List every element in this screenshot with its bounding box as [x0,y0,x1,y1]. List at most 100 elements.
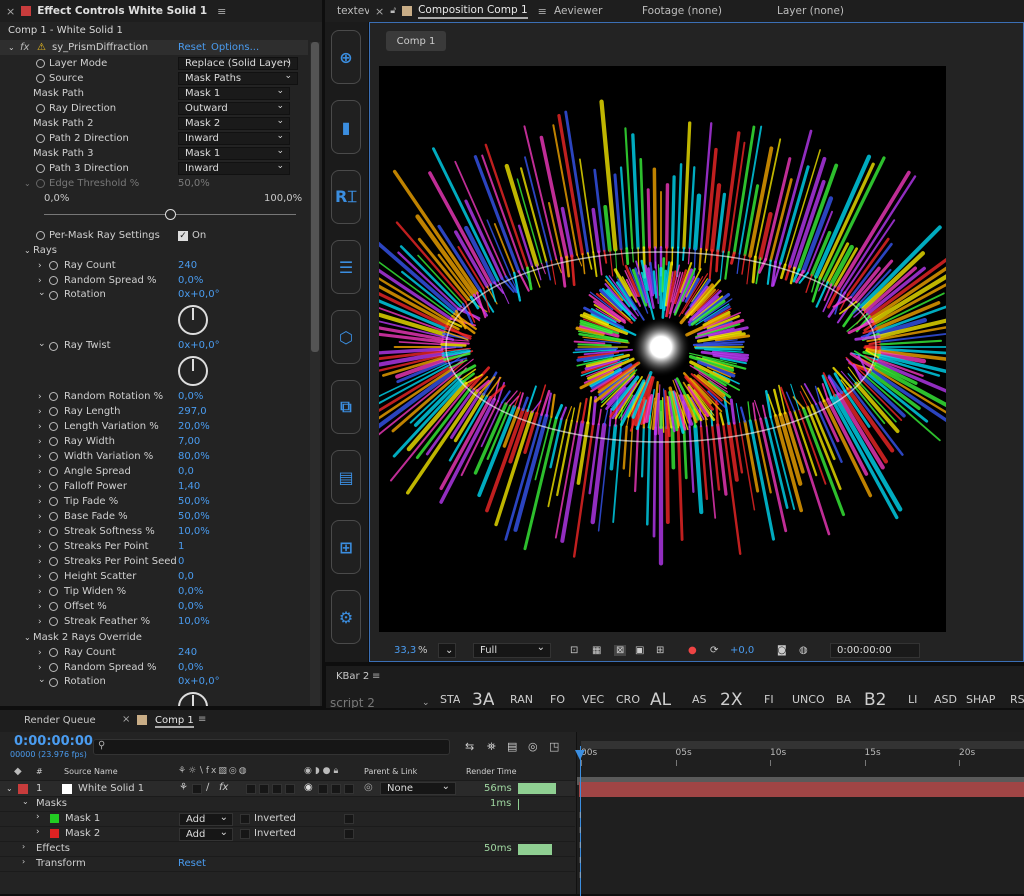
column-parent-link[interactable]: Parent & Link [364,767,417,776]
effect-param-value[interactable]: 0 [178,556,184,567]
stopwatch-icon[interactable] [36,59,45,68]
pick-whip-icon[interactable]: ◎ [364,782,373,793]
comp-flowchart-icon[interactable]: ⇆ [465,740,474,753]
chevron-right-icon[interactable]: › [38,437,42,447]
close-icon[interactable]: × [6,5,15,18]
kbar2-button[interactable]: AL [650,690,671,708]
effect-param-row[interactable]: › Ray Count 240 [0,645,308,660]
layer-row[interactable]: ⌄ 1 White Solid 1 ⚘ ∕ fx ◉ ◎ None⌄ 56ms [0,781,575,797]
kbar-button[interactable]: ⧉ [331,380,361,434]
zoom-value[interactable]: 33,3 [394,645,416,656]
kbar-button[interactable]: ⬡ [331,310,361,364]
chevron-right-icon[interactable]: › [38,663,42,673]
effect-param-row[interactable]: › Height Scatter 0,0 [0,569,308,584]
chevron-down-icon[interactable]: ⌄ [38,339,46,349]
effect-param-value[interactable]: 7,00 [178,436,200,447]
resolution-dropdown[interactable]: Full⌄ [473,643,551,658]
stopwatch-icon[interactable] [49,557,58,566]
guides-icon[interactable]: ⊞ [656,645,664,656]
inverted-checkbox[interactable] [240,814,250,824]
channels-icon[interactable]: ● [688,645,697,656]
chevron-right-icon[interactable]: › [38,467,42,477]
kbar2-button[interactable]: VEC [582,693,604,707]
effect-param-value[interactable]: 0x+0,0° [178,340,220,351]
transparency-grid-icon[interactable]: ▦ [592,645,601,656]
chevron-right-icon[interactable]: › [38,572,42,582]
stopwatch-icon[interactable] [49,482,58,491]
effects-row[interactable]: › Effects 50ms [0,842,575,857]
effect-param-row[interactable]: › Length Variation % 20,0% [0,419,308,434]
effect-param-dropdown[interactable]: Inward⌄ [178,162,290,175]
chevron-down-icon[interactable]: ⌄ [38,675,46,685]
snapshot-icon[interactable]: ⊡ [570,645,578,656]
effect-param-value[interactable]: 0,0% [178,586,203,597]
chevron-down-icon[interactable]: ⌄ [8,43,15,52]
stopwatch-icon[interactable] [49,497,58,506]
stopwatch-icon[interactable] [49,678,58,687]
lock-icon[interactable]: 🔓︎ [390,6,396,16]
quality-icon[interactable]: ∕ [206,782,209,793]
kbar2-button[interactable]: 2X [720,690,742,708]
chevron-right-icon[interactable]: › [38,452,42,462]
mask-name[interactable]: Mask 1 [65,813,100,824]
kbar2-button[interactable]: AS [692,693,707,707]
kbar-button[interactable]: ☰ [331,240,361,294]
kbar2-button[interactable]: CRO [616,693,640,707]
effect-param-row[interactable]: ⌄ Rotation 0x+0,0° [0,675,308,706]
effect-param-dropdown[interactable]: Mask 1⌄ [178,147,290,160]
rays-group-row[interactable]: ⌄ Rays [0,243,308,258]
effect-param-value[interactable]: 240 [178,647,197,658]
effect-param-dropdown[interactable]: Replace (Solid Layer)⌄ [178,57,298,70]
collapse-switch[interactable] [192,784,202,794]
color-management-icon[interactable]: ⟳ [710,645,718,656]
composition-title[interactable]: Composition Comp 1 [418,4,528,19]
effect-param-row[interactable]: › Streaks Per Point Seed 0 [0,554,308,569]
kbar2-button[interactable]: LI [908,693,917,707]
mask-row[interactable]: › Mask 2 Add⌄ Inverted [0,827,575,842]
kbar2-button[interactable]: UNCO [792,693,825,707]
parent-dropdown[interactable]: None⌄ [380,782,456,795]
kbar2-button[interactable]: 3A [472,690,494,708]
stopwatch-icon[interactable] [49,437,58,446]
effect-param-value[interactable]: 10,0% [178,526,210,537]
graph-editor-icon[interactable]: ◳ [549,740,559,753]
effect-param-row[interactable]: › Offset % 0,0% [0,599,308,614]
scrollbar-thumb[interactable] [311,42,319,352]
chevron-right-icon[interactable]: › [38,407,42,417]
chevron-down-icon[interactable]: ⌄ [24,246,31,255]
edge-threshold-row[interactable]: ⌄ Edge Threshold % 50,0% [0,176,308,191]
layer-name[interactable]: White Solid 1 [78,783,144,794]
effect-param-row[interactable]: › Tip Fade % 50,0% [0,494,308,509]
frame-blend-switch[interactable] [246,784,256,794]
chevron-right-icon[interactable]: › [38,557,42,567]
effect-param-row[interactable]: › Base Fade % 50,0% [0,509,308,524]
effect-param-row[interactable]: Path 3 Direction Inward⌄ [0,161,308,176]
effect-param-row[interactable]: › Ray Length 297,0 [0,404,308,419]
tab-render-queue[interactable]: Render Queue [24,715,96,726]
mask-color-icon[interactable] [50,814,59,823]
tab-layer[interactable]: Layer (none) [777,5,844,17]
effect-param-row[interactable]: › Width Variation % 80,0% [0,449,308,464]
stopwatch-icon[interactable] [36,74,45,83]
kbar2-button[interactable]: FI [764,693,774,707]
label-color-icon[interactable] [18,784,28,794]
zoom-dropdown[interactable]: ⌄ [438,643,456,658]
effect-param-row[interactable]: › Streak Softness % 10,0% [0,524,308,539]
panel-menu-icon[interactable]: ≡ [538,5,547,18]
kbar-button[interactable]: ⚙ [331,590,361,644]
edge-threshold-slider-knob[interactable] [165,209,176,220]
kbar-button[interactable]: ▤ [331,450,361,504]
effect-param-value[interactable]: 0x+0,0° [178,289,220,300]
composition-viewer[interactable] [379,66,946,632]
effect-param-row[interactable]: › Random Spread % 0,0% [0,660,308,675]
effect-param-row[interactable]: ⌄ Rotation 0x+0,0° [0,288,308,339]
close-icon[interactable]: × [122,714,130,725]
chevron-down-icon[interactable]: ⌄ [24,179,31,188]
effect-param-row[interactable]: Path 2 Direction Inward⌄ [0,131,308,146]
solo-switch[interactable] [331,784,341,794]
effect-param-dropdown[interactable]: Mask Paths⌄ [178,72,298,85]
3d-switch[interactable] [285,784,295,794]
checkbox-checked-icon[interactable]: ✓ [178,231,188,241]
chevron-right-icon[interactable]: › [36,812,40,822]
effect-param-row[interactable]: › Ray Count 240 [0,258,308,273]
